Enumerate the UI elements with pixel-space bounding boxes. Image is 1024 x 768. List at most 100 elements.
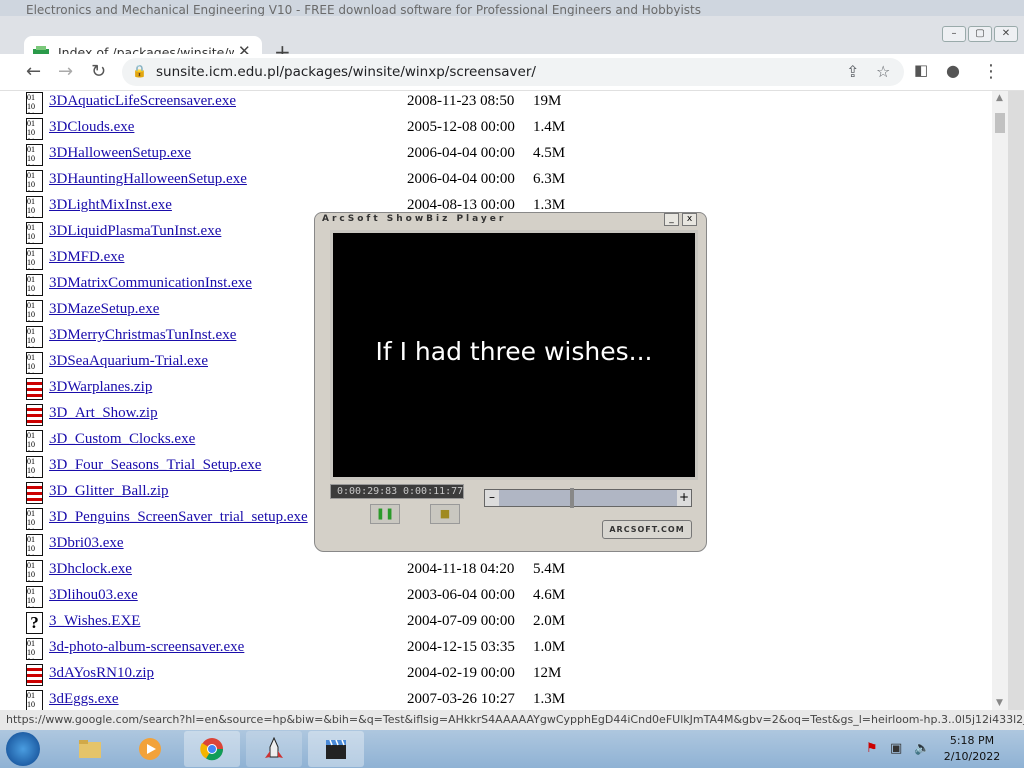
taskbar: ⚑ ▣ 🔈 5:18 PM 2/10/2022 (0, 730, 1024, 768)
file-link[interactable]: 3_Wishes.EXE (49, 613, 140, 630)
bookmark-star-icon[interactable]: ☆ (876, 62, 890, 81)
file-size: 4.5M (533, 145, 566, 161)
media-player-icon (139, 738, 161, 760)
start-orb-icon[interactable] (6, 732, 40, 766)
lock-icon[interactable]: 🔒 (132, 64, 147, 78)
file-size: 5.4M (533, 561, 566, 577)
address-bar[interactable]: 🔒 sunsite.icm.edu.pl/packages/winsite/wi… (122, 58, 904, 86)
file-link[interactable]: 3DMFD.exe (49, 249, 124, 266)
file-size: 6.3M (533, 171, 566, 187)
profile-avatar-icon[interactable]: ● (946, 61, 960, 80)
binary-file-icon: 01 10 01 (26, 560, 43, 582)
file-link[interactable]: 3DAquaticLifeScreensaver.exe (49, 93, 236, 110)
file-link[interactable]: 3DWarplanes.zip (49, 379, 152, 396)
player-minimize-button[interactable]: _ (664, 213, 679, 226)
scrollbar-thumb[interactable] (995, 113, 1005, 133)
file-link[interactable]: 3DLightMixInst.exe (49, 197, 172, 214)
file-date: 2004-02-19 00:00 (407, 665, 515, 681)
file-link[interactable]: 3DHalloweenSetup.exe (49, 145, 191, 162)
binary-file-icon: 01 10 01 (26, 196, 43, 218)
zip-file-icon (26, 482, 43, 504)
file-link[interactable]: 3DMazeSetup.exe (49, 301, 159, 318)
file-link[interactable]: 3DHauntingHalloweenSetup.exe (49, 171, 247, 188)
taskbar-media-button[interactable] (122, 731, 178, 767)
taskbar-clock[interactable]: 5:18 PM 2/10/2022 (932, 733, 1012, 765)
video-screen[interactable]: If I had three wishes... (330, 230, 698, 480)
seek-forward-icon[interactable]: + (677, 490, 691, 506)
file-link[interactable]: 3D_Art_Show.zip (49, 405, 158, 422)
list-item: 01 10 01 3DAquaticLifeScreensaver.exe 2008… (0, 91, 992, 117)
file-date: 2004-11-18 04:20 (407, 561, 515, 577)
file-size: 12M (533, 665, 562, 681)
file-link[interactable]: 3DMerryChristmasTunInst.exe (49, 327, 236, 344)
maximize-button[interactable]: ▢ (968, 26, 992, 42)
taskbar-shuttle-button[interactable] (246, 731, 302, 767)
file-link[interactable]: 3Dhclock.exe (49, 561, 132, 578)
close-window-button[interactable]: ✕ (994, 26, 1018, 42)
scroll-down-icon[interactable]: ▼ (996, 698, 1003, 708)
scroll-up-icon[interactable]: ▲ (996, 93, 1003, 103)
file-link[interactable]: 3Dlihou03.exe (49, 587, 138, 604)
file-link[interactable]: 3dEggs.exe (49, 691, 119, 708)
space-shuttle-icon (265, 737, 283, 758)
pause-button[interactable]: ❚❚ (370, 504, 400, 524)
taskbar-explorer-button[interactable] (62, 731, 118, 767)
binary-file-icon: 01 10 01 (26, 144, 43, 166)
binary-file-icon: 01 10 01 (26, 586, 43, 608)
seek-back-icon[interactable]: – (485, 490, 499, 506)
file-link[interactable]: 3DMatrixCommunicationInst.exe (49, 275, 252, 292)
seek-bar[interactable]: – + (484, 488, 692, 508)
time-total: 0:00:11:77 (403, 486, 464, 497)
player-title: ArcSoft ShowBiz Player (322, 214, 507, 224)
file-link[interactable]: 3DLiquidPlasmaTunInst.exe (49, 223, 221, 240)
file-date: 2007-03-26 10:27 (407, 691, 515, 707)
reload-icon[interactable]: ↻ (91, 61, 106, 82)
minimize-button[interactable]: – (942, 26, 966, 42)
clock-date: 2/10/2022 (943, 750, 1001, 763)
address-url[interactable]: sunsite.icm.edu.pl/packages/winsite/winx… (156, 64, 536, 80)
menu-kebab-icon[interactable]: ⋮ (982, 61, 1000, 82)
file-link[interactable]: 3D_Penguins_ScreenSaver_trial_setup.exe (49, 509, 308, 526)
binary-file-icon: 01 10 01 (26, 430, 43, 452)
binary-file-icon: 01 10 01 (26, 92, 43, 114)
side-panel-icon[interactable]: ◧ (914, 61, 928, 79)
file-link[interactable]: 3D_Custom_Clocks.exe (49, 431, 195, 448)
arcsoft-player-window[interactable]: ArcSoft ShowBiz Player _ x If I had thre… (314, 212, 707, 552)
volume-icon[interactable]: 🔈 (914, 741, 930, 756)
file-link[interactable]: 3DClouds.exe (49, 119, 134, 136)
back-arrow-icon[interactable]: ← (26, 61, 41, 82)
binary-file-icon: 01 10 01 (26, 170, 43, 192)
taskbar-showbiz-button[interactable] (308, 731, 364, 767)
list-item: 01 10 01 3d-photo-album-screensaver.exe 20… (0, 637, 992, 663)
tab-strip: – ▢ ✕ Index of /packages/winsite/winxp ✕… (0, 16, 1024, 70)
clock-time: 5:18 PM (949, 734, 995, 747)
list-item: 01 10 01 3Dhclock.exe 2004-11-18 04:20 5.4M (0, 559, 992, 585)
binary-file-icon: 01 10 01 (26, 534, 43, 556)
list-item: 01 10 01 3Dlihou03.exe 2003-06-04 00:00 4.6… (0, 585, 992, 611)
vertical-scrollbar[interactable]: ▲ ▼ (992, 91, 1008, 710)
file-link[interactable]: 3D_Glitter_Ball.zip (49, 483, 169, 500)
file-link[interactable]: 3Dbri03.exe (49, 535, 124, 552)
stop-button[interactable]: ■ (430, 504, 460, 524)
network-icon[interactable]: ▣ (890, 741, 902, 756)
seek-knob[interactable] (570, 488, 575, 508)
film-clapper-icon (326, 739, 346, 759)
forward-arrow-icon[interactable]: → (58, 61, 73, 82)
arcsoft-brand-button[interactable]: ARCSOFT.COM (602, 520, 692, 539)
file-link[interactable]: 3dAYosRN10.zip (49, 665, 154, 682)
action-center-flag-icon[interactable]: ⚑ (866, 741, 878, 756)
binary-file-icon: 01 10 01 (26, 274, 43, 296)
file-link[interactable]: 3D_Four_Seasons_Trial_Setup.exe (49, 457, 261, 474)
chrome-icon (200, 738, 224, 761)
window-controls: – ▢ ✕ (942, 26, 1018, 42)
time-elapsed: 0:00:29:83 (337, 486, 398, 497)
binary-file-icon: 01 10 01 (26, 326, 43, 348)
time-display: 0:00:29:83 0:00:11:77 (330, 484, 464, 499)
player-close-button[interactable]: x (682, 213, 697, 226)
file-link[interactable]: 3DSeaAquarium-Trial.exe (49, 353, 208, 370)
share-icon[interactable]: ⇪ (846, 62, 859, 81)
file-link[interactable]: 3d-photo-album-screensaver.exe (49, 639, 244, 656)
taskbar-chrome-button[interactable] (184, 731, 240, 767)
unknown-file-icon: ? (26, 612, 43, 634)
list-item: 01 10 01 3dEggs.exe 2007-03-26 10:27 1.3M (0, 689, 992, 710)
